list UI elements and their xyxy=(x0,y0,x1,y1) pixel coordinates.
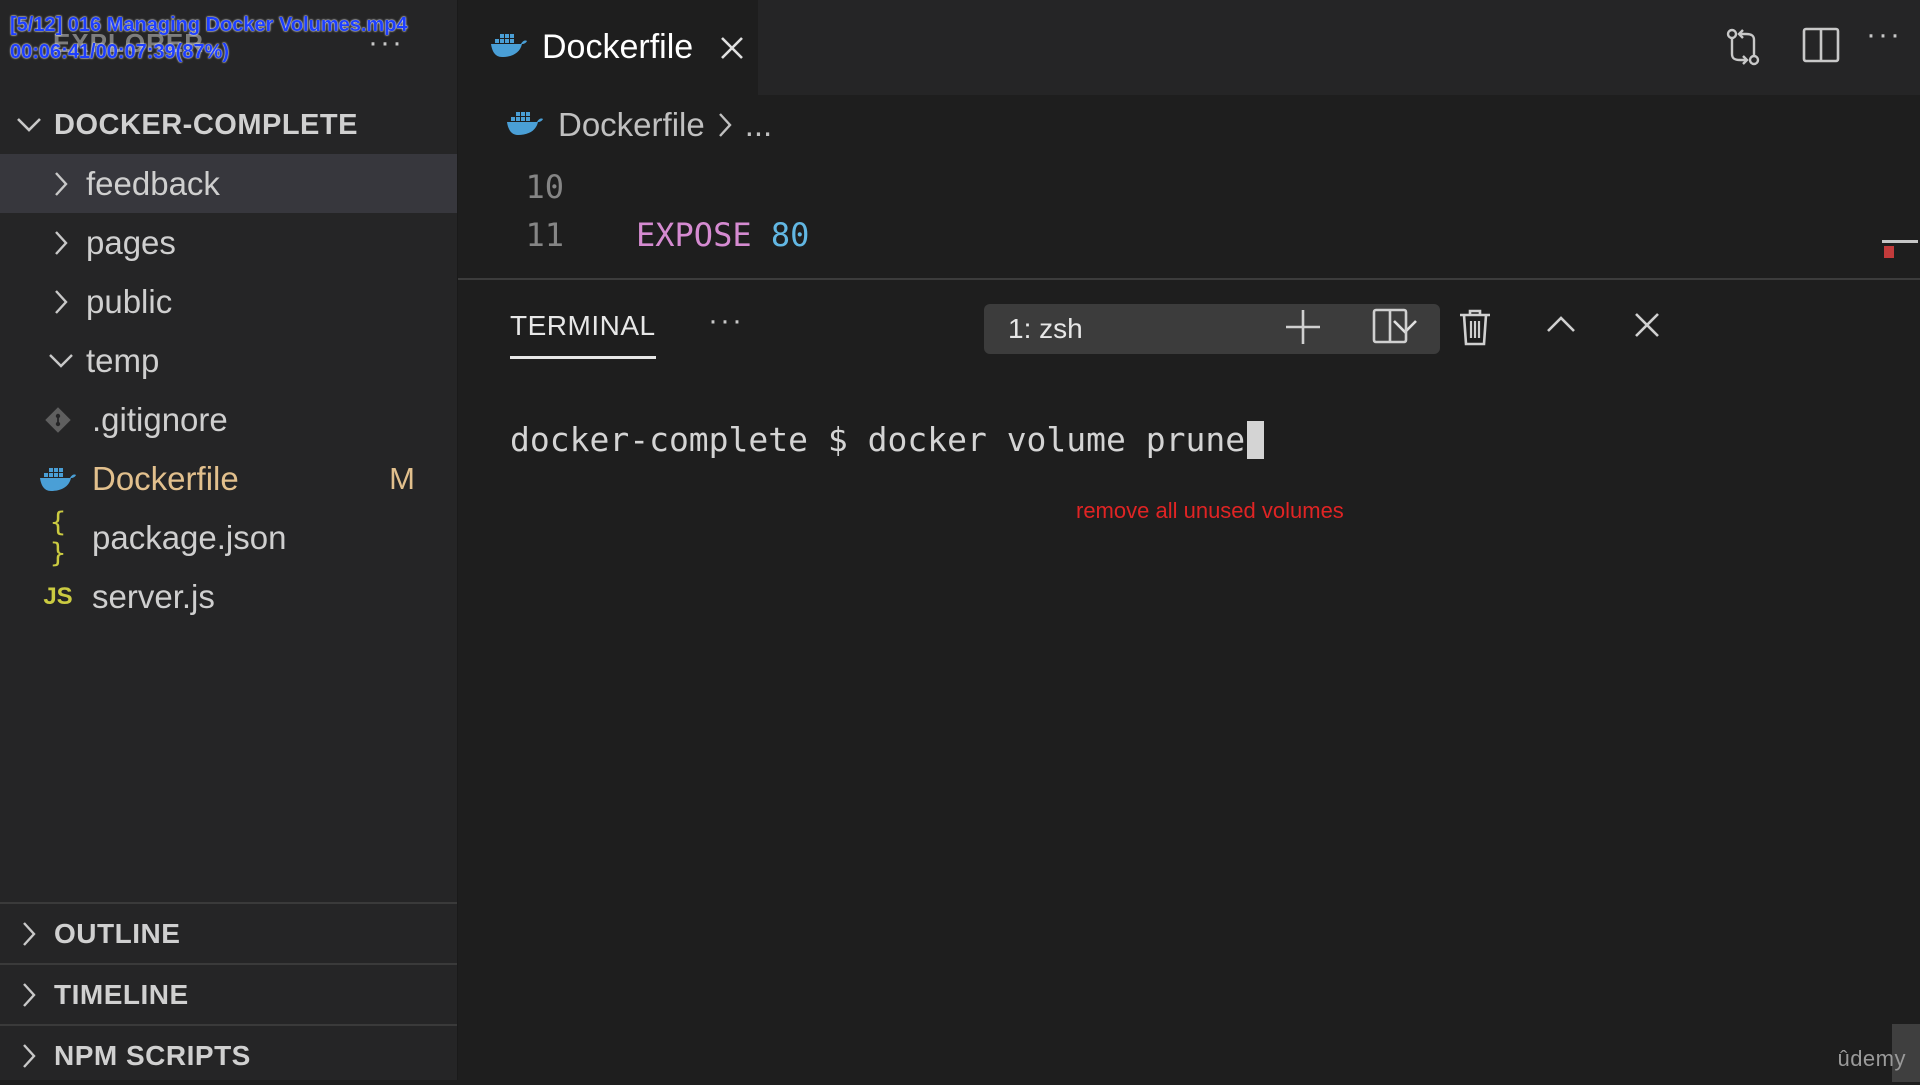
chevron-right-icon xyxy=(12,921,46,947)
code-value: 80 xyxy=(770,216,810,254)
section-outline[interactable]: OUTLINE xyxy=(0,902,457,963)
close-panel-icon[interactable] xyxy=(1634,312,1660,343)
section-label: NPM SCRIPTS xyxy=(54,1039,251,1071)
docker-icon xyxy=(506,110,544,141)
chevron-down-icon xyxy=(46,353,76,369)
code-line: 11 EXPOSE 80 xyxy=(458,211,809,259)
line-number: 10 xyxy=(525,168,564,206)
breadcrumb: Dockerfile ... xyxy=(458,95,1920,155)
tree-item-label: Dockerfile xyxy=(92,459,239,497)
project-title: DOCKER-COMPLETE xyxy=(54,108,358,141)
terminal-cursor xyxy=(1247,420,1265,459)
project-header[interactable]: DOCKER-COMPLETE xyxy=(0,100,457,150)
docker-icon xyxy=(38,466,78,492)
sidebar-sections: OUTLINE TIMELINE NPM SCRIPTS xyxy=(0,902,457,1085)
chevron-right-icon xyxy=(46,230,76,256)
git-icon xyxy=(38,405,78,435)
maximize-panel-icon[interactable] xyxy=(1546,314,1576,339)
tree-item-label: feedback xyxy=(86,164,220,202)
section-timeline[interactable]: TIMELINE xyxy=(0,963,457,1024)
close-icon[interactable] xyxy=(719,35,745,61)
section-npm-scripts[interactable]: NPM SCRIPTS xyxy=(0,1024,457,1085)
chevron-right-icon xyxy=(46,289,76,315)
terminal-panel: TERMINAL ··· 1: zsh docker-complete $ do… xyxy=(458,278,1920,1082)
modified-badge: M xyxy=(389,460,415,496)
terminal-output[interactable]: docker-complete $ docker volume prune xyxy=(510,420,1265,459)
tree-item-gitignore[interactable]: .gitignore xyxy=(0,390,457,449)
tree-item-label: temp xyxy=(86,341,160,379)
tree-item-pages[interactable]: pages xyxy=(0,213,457,272)
json-icon: { } xyxy=(49,506,67,569)
tree-item-label: public xyxy=(86,282,173,320)
video-overlay: [5/12] 016 Managing Docker Volumes.mp4 0… xyxy=(10,12,408,66)
new-terminal-icon[interactable] xyxy=(1284,308,1322,351)
section-label: TIMELINE xyxy=(54,978,189,1010)
docker-icon xyxy=(490,32,528,63)
tree-item-label: .gitignore xyxy=(92,400,228,438)
terminal-select-value: 1: zsh xyxy=(1008,313,1083,344)
panel-more-icon[interactable]: ··· xyxy=(708,306,744,336)
split-terminal-icon[interactable] xyxy=(1372,308,1408,349)
tree-item-temp[interactable]: temp xyxy=(0,331,457,390)
editor-tab-bar: Dockerfile ··· xyxy=(458,0,1920,95)
chevron-right-icon xyxy=(46,171,76,197)
tree-item-package-json[interactable]: { } package.json xyxy=(0,506,457,569)
tree-item-label: pages xyxy=(86,223,176,261)
compare-changes-icon[interactable] xyxy=(1722,26,1764,73)
explorer-sidebar: EXPLORER ··· DOCKER-COMPLETE feedback pa… xyxy=(0,0,458,1080)
more-actions-icon[interactable]: ··· xyxy=(1866,20,1902,50)
video-filename: [5/12] 016 Managing Docker Volumes.mp4 xyxy=(10,14,408,36)
chevron-right-icon xyxy=(12,1043,46,1069)
tab-dockerfile[interactable]: Dockerfile xyxy=(458,0,758,95)
tab-terminal[interactable]: TERMINAL xyxy=(510,310,656,359)
minimap-marker xyxy=(1882,240,1918,243)
tree-item-label: server.js xyxy=(92,577,215,615)
tree-item-feedback[interactable]: feedback xyxy=(0,154,457,213)
chevron-right-icon xyxy=(717,112,733,138)
breadcrumb-more[interactable]: ... xyxy=(745,106,773,144)
breadcrumb-file[interactable]: Dockerfile xyxy=(558,106,705,144)
annotation-note: remove all unused volumes xyxy=(1076,498,1344,523)
chevron-right-icon xyxy=(12,982,46,1008)
js-icon: JS xyxy=(43,582,73,610)
split-editor-icon[interactable] xyxy=(1802,26,1840,69)
terminal-command: docker-complete $ docker volume prune xyxy=(510,420,1246,459)
trash-icon[interactable] xyxy=(1458,308,1492,351)
udemy-watermark: ûdemy xyxy=(1837,1046,1906,1071)
code-line: 10 xyxy=(458,163,564,211)
line-number: 11 xyxy=(525,216,564,254)
tree-item-dockerfile[interactable]: Dockerfile M xyxy=(0,449,457,508)
tree-item-public[interactable]: public xyxy=(0,272,457,331)
tree-item-label: package.json xyxy=(92,518,287,556)
minimap-error-marker xyxy=(1884,246,1894,258)
code-editor[interactable]: 10 11 EXPOSE 80 xyxy=(458,155,1920,277)
code-text: EXPOSE 80 xyxy=(636,216,809,254)
tree-item-server-js[interactable]: JS server.js xyxy=(0,567,457,626)
video-timestamp: 00:06:41/00:07:39(87%) xyxy=(10,41,230,63)
tab-label: Dockerfile xyxy=(542,28,694,66)
section-label: OUTLINE xyxy=(54,917,181,949)
chevron-down-icon xyxy=(12,117,46,133)
file-tree: feedback pages public temp .gitignore Do… xyxy=(0,154,457,626)
code-keyword: EXPOSE xyxy=(636,216,752,254)
